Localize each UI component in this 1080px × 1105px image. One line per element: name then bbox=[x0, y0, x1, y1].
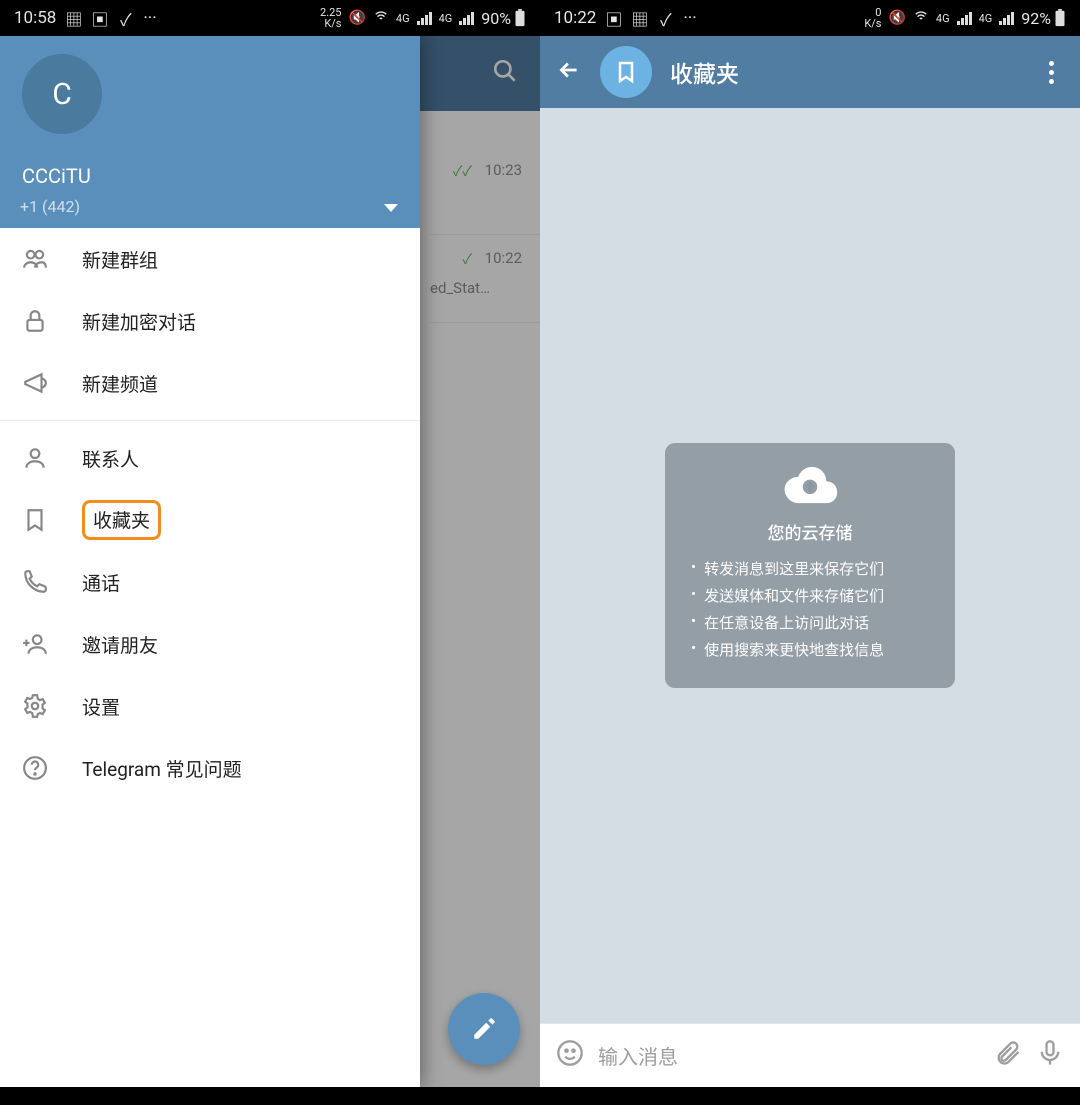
drawer-item-new-group[interactable]: 新建群组 bbox=[0, 228, 420, 290]
net-speed: 0 K/s bbox=[864, 7, 881, 29]
saved-messages-screen: 收藏夹 您的云存储 转发消息到这里来保存它们 发送媒体和文件来存储它们 在任意设… bbox=[540, 36, 1080, 1087]
cloud-point: 使用搜索来更快地查找信息 bbox=[691, 639, 929, 660]
drawer-item-secret-chat[interactable]: 新建加密对话 bbox=[0, 290, 420, 352]
net-type-2: 4G bbox=[439, 12, 453, 25]
net-type: 4G bbox=[936, 12, 950, 25]
cloud-point: 发送媒体和文件来存储它们 bbox=[691, 585, 929, 606]
attach-icon[interactable] bbox=[994, 1039, 1022, 1072]
more-icon: ··· bbox=[143, 8, 156, 28]
signal-icon bbox=[417, 11, 432, 25]
signal-icon bbox=[957, 11, 972, 25]
wifi-icon bbox=[913, 9, 929, 27]
chevron-down-icon[interactable] bbox=[384, 204, 398, 212]
net-speed: 2.25 K/s bbox=[320, 7, 341, 29]
android-nav-bar bbox=[540, 1087, 1080, 1105]
drawer-item-calls[interactable]: 通话 bbox=[0, 551, 420, 613]
phone-right: 10:22 ▣ ▦ ✓ ··· 0 K/s 🔇 4G 4G 92% bbox=[540, 0, 1080, 1105]
cloud-title: 您的云存储 bbox=[691, 519, 929, 544]
drawer-item-invite[interactable]: 邀请朋友 bbox=[0, 613, 420, 675]
cloud-storage-card: 您的云存储 转发消息到这里来保存它们 发送媒体和文件来存储它们 在任意设备上访问… bbox=[665, 443, 955, 688]
status-time: 10:58 bbox=[14, 8, 56, 28]
wifi-icon bbox=[373, 9, 389, 27]
notif-icon: ▦ bbox=[631, 10, 648, 27]
status-bar: 10:22 ▣ ▦ ✓ ··· 0 K/s 🔇 4G 4G 92% bbox=[540, 0, 1080, 36]
drawer-label: 设置 bbox=[82, 693, 120, 720]
cloud-point: 在任意设备上访问此对话 bbox=[691, 612, 929, 633]
drawer-item-settings[interactable]: 设置 bbox=[0, 675, 420, 737]
appbar: 收藏夹 bbox=[540, 36, 1080, 108]
divider bbox=[0, 420, 420, 421]
emoji-icon[interactable] bbox=[556, 1039, 584, 1072]
mute-icon: 🔇 bbox=[348, 10, 365, 26]
notif-icon: ▦ bbox=[65, 10, 82, 27]
message-input-bar: 输入消息 bbox=[540, 1023, 1080, 1087]
drawer-header[interactable]: C CCCiTU +1 (442) bbox=[0, 36, 420, 228]
drawer-item-new-channel[interactable]: 新建频道 bbox=[0, 352, 420, 414]
check-icon: ✓ bbox=[117, 10, 134, 27]
drawer-username: CCCiTU bbox=[22, 164, 91, 188]
signal-icon-2 bbox=[999, 11, 1014, 25]
drawer-phone: +1 (442) bbox=[20, 197, 80, 216]
mute-icon: 🔇 bbox=[888, 10, 905, 26]
more-icon: ··· bbox=[683, 8, 696, 28]
status-bar: 10:58 ▦ ▣ ✓ ··· 2.25 K/s 🔇 4G 4G 90% bbox=[0, 0, 540, 36]
image-icon: ▣ bbox=[605, 10, 622, 27]
image-icon: ▣ bbox=[91, 10, 108, 27]
check-icon: ✓ bbox=[657, 10, 674, 27]
drawer-label: 新建频道 bbox=[82, 370, 158, 397]
drawer-label: 通话 bbox=[82, 569, 120, 596]
net-type-2: 4G bbox=[979, 12, 993, 25]
battery: 92% bbox=[1021, 9, 1066, 28]
message-input[interactable]: 输入消息 bbox=[598, 1041, 980, 1070]
drawer-item-faq[interactable]: Telegram 常见问题 bbox=[0, 737, 420, 799]
chat-background: 您的云存储 转发消息到这里来保存它们 发送媒体和文件来存储它们 在任意设备上访问… bbox=[540, 108, 1080, 1023]
drawer-item-contacts[interactable]: 联系人 bbox=[0, 427, 420, 489]
compose-fab[interactable] bbox=[448, 993, 520, 1065]
screen-title[interactable]: 收藏夹 bbox=[670, 55, 1021, 89]
drawer-label: 收藏夹 bbox=[82, 500, 161, 540]
mic-icon[interactable] bbox=[1036, 1039, 1064, 1072]
phone-left: 10:58 ▦ ▣ ✓ ··· 2.25 K/s 🔇 4G 4G 90% bbox=[0, 0, 540, 1105]
drawer-item-saved[interactable]: 收藏夹 bbox=[0, 489, 420, 551]
android-nav-bar bbox=[0, 1087, 540, 1105]
drawer-label: 邀请朋友 bbox=[82, 631, 158, 658]
net-type: 4G bbox=[396, 12, 410, 25]
drawer-label: Telegram 常见问题 bbox=[82, 755, 242, 782]
more-menu-icon[interactable] bbox=[1039, 51, 1064, 94]
cloud-point: 转发消息到这里来保存它们 bbox=[691, 558, 929, 579]
bookmark-avatar-icon[interactable] bbox=[600, 46, 652, 98]
signal-icon-2 bbox=[459, 11, 474, 25]
drawer-menu: 新建群组 新建加密对话 新建频道 联系人 收藏夹 通话 bbox=[0, 228, 420, 1087]
drawer-label: 新建群组 bbox=[82, 246, 158, 273]
status-time: 10:22 bbox=[554, 8, 596, 28]
drawer-label: 联系人 bbox=[82, 445, 139, 472]
battery: 90% bbox=[481, 9, 526, 28]
cloud-download-icon bbox=[691, 463, 929, 511]
avatar: C bbox=[22, 54, 102, 134]
back-icon[interactable] bbox=[556, 57, 582, 87]
navigation-drawer: C CCCiTU +1 (442) 新建群组 新建加密对话 新建频道 联系人 bbox=[0, 36, 420, 1087]
drawer-label: 新建加密对话 bbox=[82, 308, 196, 335]
